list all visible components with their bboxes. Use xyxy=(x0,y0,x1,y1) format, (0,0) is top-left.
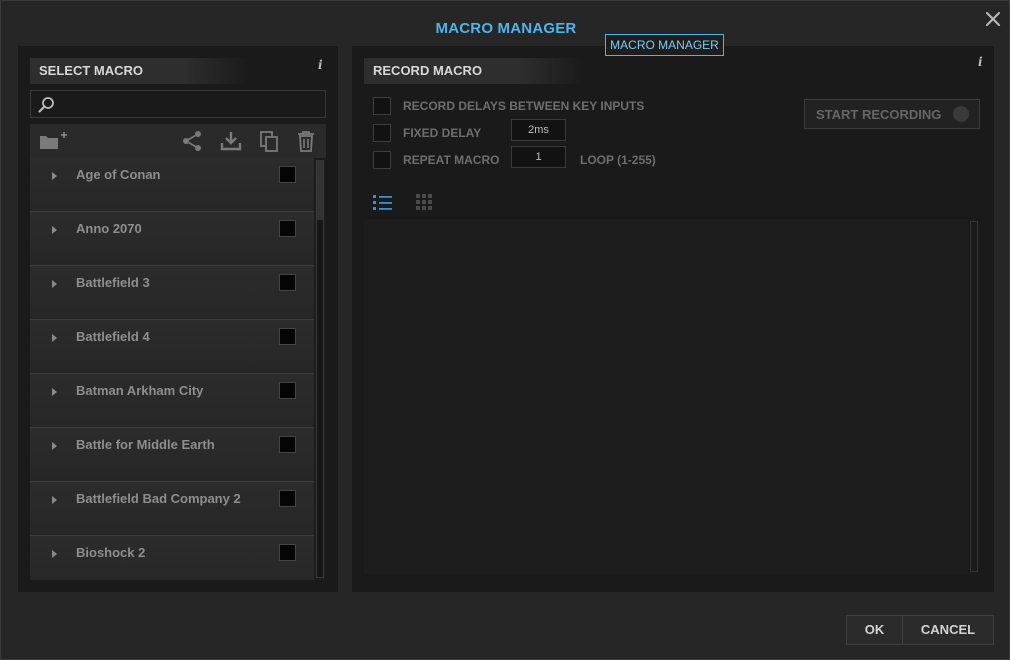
grid-view-tab[interactable] xyxy=(413,191,435,213)
new-folder-button[interactable] xyxy=(38,129,72,153)
list-item[interactable]: Battle for Middle Earth xyxy=(30,428,314,482)
list-item-label: Age of Conan xyxy=(76,167,161,182)
select-macro-panel: SELECT MACRO i Age of Conan Anno 2070 Ba… xyxy=(18,46,338,592)
delete-button[interactable] xyxy=(294,129,318,153)
list-view-icon xyxy=(373,195,392,210)
fixed-delay-option: FIXED DELAY 2ms xyxy=(373,119,793,144)
list-item-label: Battlefield Bad Company 2 xyxy=(76,491,241,506)
record-macro-panel: RECORD MACRO i RECORD DELAYS BETWEEN KEY… xyxy=(352,46,994,592)
download-button[interactable] xyxy=(219,129,243,153)
record-delays-label: RECORD DELAYS BETWEEN KEY INPUTS xyxy=(403,99,645,113)
repeat-macro-label: REPEAT MACRO xyxy=(403,153,500,167)
copy-button[interactable] xyxy=(257,129,281,153)
search-input[interactable] xyxy=(63,95,318,113)
macro-editor xyxy=(364,185,980,574)
editor-scrollbar[interactable] xyxy=(968,219,980,574)
download-icon xyxy=(220,132,242,151)
caret-right-icon[interactable] xyxy=(51,387,59,397)
trash-icon xyxy=(298,131,314,152)
list-view-tab[interactable] xyxy=(372,191,394,213)
share-icon xyxy=(183,131,201,151)
scrollbar-thumb[interactable] xyxy=(317,160,323,220)
list-item[interactable]: Age of Conan xyxy=(30,158,314,212)
scrollbar-track[interactable] xyxy=(316,160,324,578)
macro-events-area[interactable] xyxy=(364,219,968,574)
caret-right-icon[interactable] xyxy=(51,549,59,559)
list-item-label: Battlefield 3 xyxy=(76,275,150,290)
list-item-label: Anno 2070 xyxy=(76,221,142,236)
view-tabs xyxy=(364,185,980,219)
caret-right-icon[interactable] xyxy=(51,171,59,181)
cancel-button[interactable]: CANCEL xyxy=(902,615,994,645)
title-tooltip: MACRO MANAGER xyxy=(605,34,724,56)
select-macro-header: SELECT MACRO xyxy=(30,58,250,84)
list-item-checkbox[interactable] xyxy=(279,382,296,399)
list-item-label: Battlefield 4 xyxy=(76,329,150,344)
macro-toolbar xyxy=(30,124,326,158)
close-button[interactable] xyxy=(983,9,1003,29)
record-indicator-icon xyxy=(953,106,969,122)
repeat-count-input[interactable]: 1 xyxy=(511,146,566,168)
fixed-delay-input[interactable]: 2ms xyxy=(511,119,566,141)
caret-right-icon[interactable] xyxy=(51,441,59,451)
caret-right-icon[interactable] xyxy=(51,333,59,343)
grid-view-icon xyxy=(416,194,432,210)
list-item-checkbox[interactable] xyxy=(279,544,296,561)
list-item[interactable]: Battlefield 4 xyxy=(30,320,314,374)
start-recording-label: START RECORDING xyxy=(816,107,942,122)
search-icon xyxy=(38,97,54,113)
record-delays-checkbox[interactable] xyxy=(373,97,391,115)
caret-right-icon[interactable] xyxy=(51,279,59,289)
repeat-macro-checkbox[interactable] xyxy=(373,151,391,169)
copy-icon xyxy=(260,131,278,152)
list-item-label: Battle for Middle Earth xyxy=(76,437,215,452)
list-item[interactable]: Bioshock 2 xyxy=(30,536,314,580)
list-item-checkbox[interactable] xyxy=(279,274,296,291)
list-item-label: Batman Arkham City xyxy=(76,383,204,398)
start-recording-button[interactable]: START RECORDING xyxy=(804,99,980,129)
loop-range-label: LOOP (1-255) xyxy=(580,153,656,167)
window-title: MACRO MANAGER xyxy=(435,20,577,37)
close-icon xyxy=(985,11,1001,27)
macro-list: Age of Conan Anno 2070 Battlefield 3 Bat… xyxy=(30,158,326,580)
list-item-checkbox[interactable] xyxy=(279,490,296,507)
caret-right-icon[interactable] xyxy=(51,495,59,505)
info-icon[interactable]: i xyxy=(978,55,986,69)
info-icon[interactable]: i xyxy=(318,58,326,72)
list-item[interactable]: Anno 2070 xyxy=(30,212,314,266)
scrollbar-track[interactable] xyxy=(970,221,978,572)
list-item-checkbox[interactable] xyxy=(279,220,296,237)
list-item-checkbox[interactable] xyxy=(279,436,296,453)
list-item[interactable]: Battlefield 3 xyxy=(30,266,314,320)
search-box[interactable] xyxy=(30,90,326,118)
macro-manager-window: MACRO MANAGER SELECT MACRO i Age of Cona… xyxy=(0,0,1010,660)
macro-list-scrollbar[interactable] xyxy=(314,158,326,580)
record-delays-option: RECORD DELAYS BETWEEN KEY INPUTS xyxy=(373,97,793,117)
fixed-delay-label: FIXED DELAY xyxy=(403,126,482,140)
ok-button[interactable]: OK xyxy=(846,615,903,645)
list-item-checkbox[interactable] xyxy=(279,328,296,345)
record-macro-header: RECORD MACRO xyxy=(364,58,584,84)
repeat-macro-option: REPEAT MACRO 1 LOOP (1-255) xyxy=(373,146,793,171)
list-item-checkbox[interactable] xyxy=(279,166,296,183)
list-item[interactable]: Batman Arkham City xyxy=(30,374,314,428)
share-button[interactable] xyxy=(180,129,204,153)
fixed-delay-checkbox[interactable] xyxy=(373,124,391,142)
new-folder-icon xyxy=(40,132,67,149)
caret-right-icon[interactable] xyxy=(51,225,59,235)
list-item[interactable]: Battlefield Bad Company 2 xyxy=(30,482,314,536)
list-item-label: Bioshock 2 xyxy=(76,545,146,560)
